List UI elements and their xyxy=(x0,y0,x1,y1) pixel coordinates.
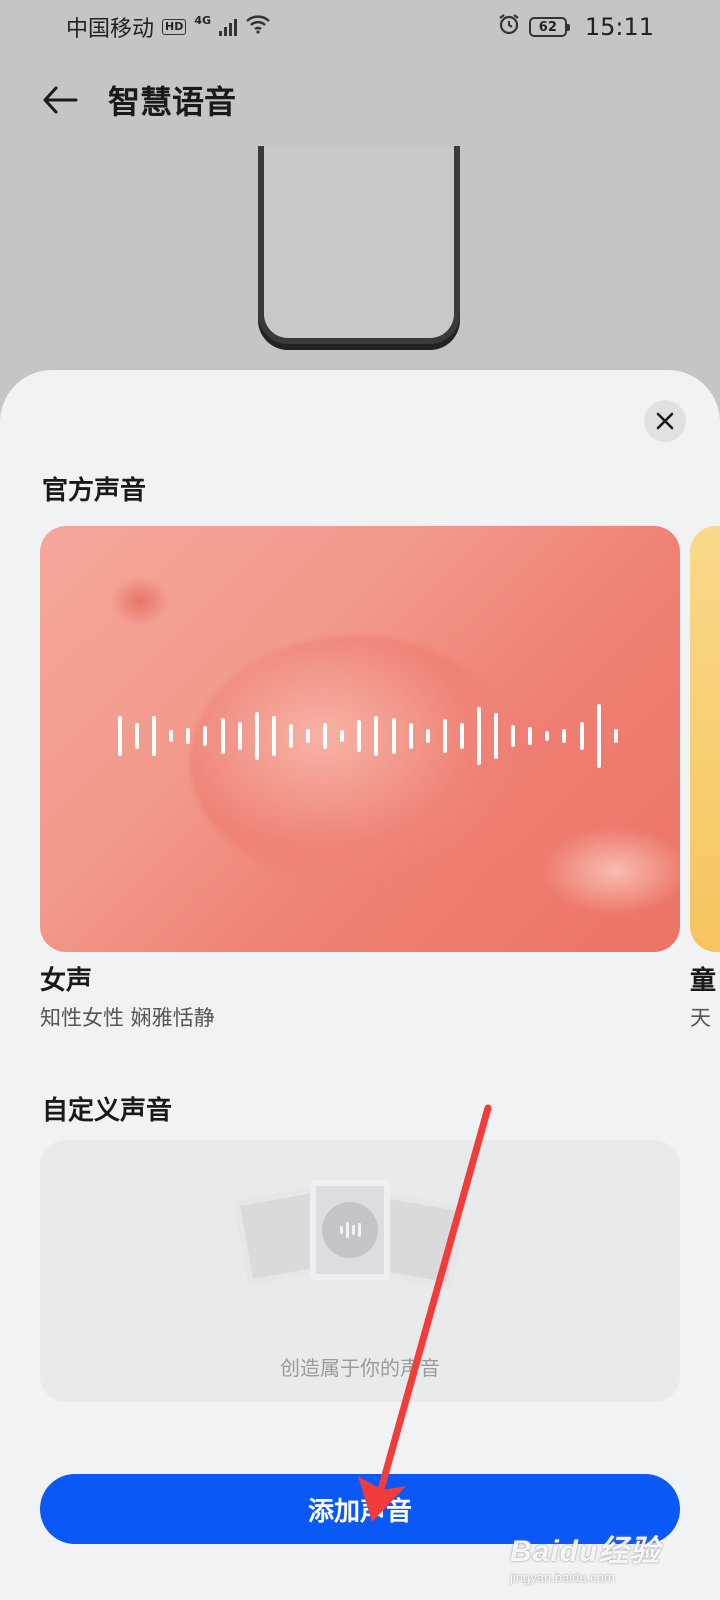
page-title: 智慧语音 xyxy=(108,83,237,121)
voice-description: 天 xyxy=(690,1006,711,1030)
watermark-url: jingyan.baidu.com xyxy=(510,1570,615,1585)
baidu-watermark: Baidu经验 jingyan.baidu.com xyxy=(510,1526,700,1590)
battery-icon: 62 xyxy=(528,17,570,37)
carrier-name: 中国移动 xyxy=(66,17,155,42)
phone-illustration xyxy=(258,146,460,344)
voice-picker-sheet: 官方声音 女声 知性女性 娴雅恬静 童 天 自定义声音 创造属于你的声音 添加声 xyxy=(0,370,720,1600)
app-header: 智慧语音 xyxy=(0,64,720,136)
close-button[interactable] xyxy=(644,400,686,442)
official-voices-title: 官方声音 xyxy=(42,476,147,506)
network-type: 4G xyxy=(194,13,212,27)
status-right: 62 15:11 xyxy=(497,12,654,42)
voice-description: 知性女性 娴雅恬静 xyxy=(40,1006,215,1030)
voice-name: 童 xyxy=(690,966,717,996)
waveform-icon xyxy=(118,686,618,786)
voice-card-child[interactable] xyxy=(690,526,720,952)
voice-card-female[interactable] xyxy=(40,526,680,952)
hd-badge: HD xyxy=(162,19,187,35)
voice-name: 女声 xyxy=(40,966,93,996)
alarm-icon xyxy=(497,12,521,42)
wifi-icon xyxy=(245,14,271,40)
clock: 15:11 xyxy=(584,13,654,41)
custom-voice-hint: 创造属于你的声音 xyxy=(280,1356,440,1380)
custom-voices-title: 自定义声音 xyxy=(42,1096,173,1126)
status-left: 中国移动 HD 4G xyxy=(66,11,271,43)
close-icon xyxy=(656,412,674,430)
watermark-logo: Baidu经验 xyxy=(510,1535,661,1568)
status-bar: 中国移动 HD 4G 62 15:11 xyxy=(0,0,720,54)
back-button[interactable] xyxy=(40,80,80,120)
custom-voice-empty-state: 创造属于你的声音 xyxy=(40,1140,680,1402)
illustration-disc-icon xyxy=(310,1180,390,1280)
back-arrow-icon xyxy=(43,86,78,114)
signal-icon xyxy=(219,18,238,36)
